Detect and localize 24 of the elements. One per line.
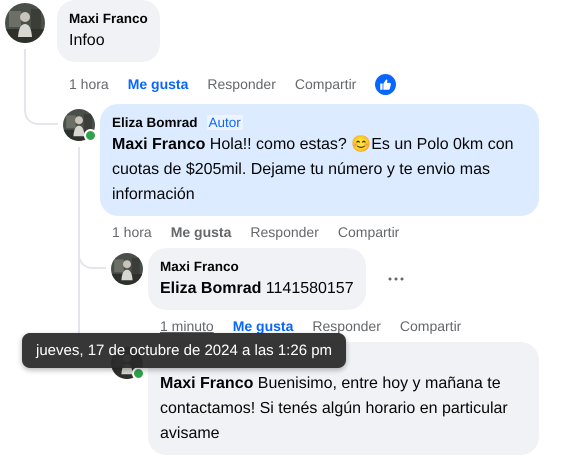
author-badge: Autor	[206, 115, 243, 130]
author-name[interactable]: Eliza Bomrad	[112, 115, 198, 130]
share-link[interactable]: Compartir	[400, 318, 462, 334]
reply-link[interactable]: Responder	[312, 318, 381, 334]
comment-text: Maxi Franco Buenisimo, entre hoy y mañana te contactamos! Si tenés algún horario en particular avisame	[160, 374, 509, 444]
thumbs-up-icon[interactable]	[375, 74, 396, 94]
date-tooltip: jueves, 17 de octubre de 2024 a las 1:26 pm	[22, 333, 346, 368]
timestamp-link[interactable]: 1 hora	[112, 224, 152, 240]
share-link[interactable]: Compartir	[294, 76, 356, 92]
like-link[interactable]: Me gusta	[128, 76, 188, 92]
author-name[interactable]: Maxi Franco	[160, 259, 239, 274]
comment-text: Infoo	[69, 31, 106, 51]
like-link[interactable]: Me gusta	[232, 318, 294, 334]
thread-connector	[24, 96, 58, 125]
comment-text: Maxi Franco Hola!! como estas? 😊Es un Polo 0km con cuotas de $205mil. Dejame tu número y te envio mas información	[112, 134, 514, 205]
more-icon[interactable]	[388, 277, 404, 281]
reply-link[interactable]: Responder	[207, 76, 276, 92]
timestamp-link[interactable]: 1 minuto	[160, 318, 214, 334]
author-name[interactable]: Maxi Franco	[69, 11, 148, 26]
comment-text: Eliza Bomrad 1141580157	[160, 279, 354, 299]
reply-link[interactable]: Responder	[250, 224, 319, 240]
timestamp-link[interactable]: 1 hora	[69, 76, 109, 92]
share-link[interactable]: Compartir	[338, 224, 400, 240]
like-link[interactable]: Me gusta	[170, 224, 232, 240]
